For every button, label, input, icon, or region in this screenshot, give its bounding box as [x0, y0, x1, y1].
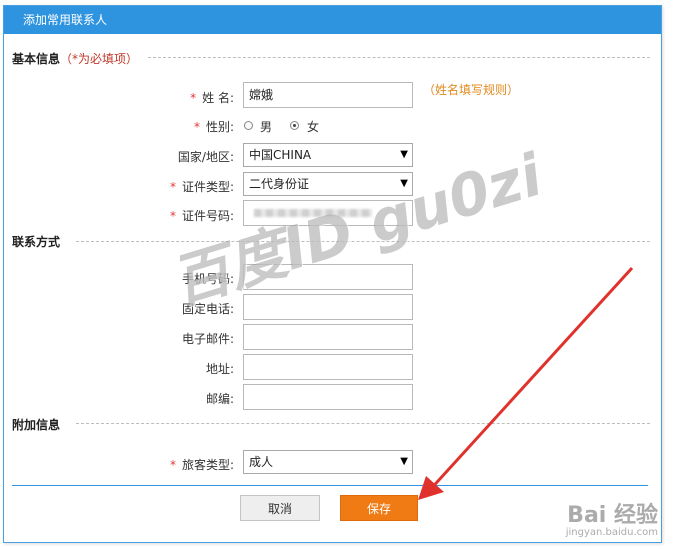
baidu-watermark: Bai 经验 jingyan.baidu.com: [566, 505, 658, 539]
annotation-arrow-icon: [418, 266, 634, 500]
baidu-watermark-logo: Bai 经验: [567, 503, 658, 528]
baidu-watermark-url: jingyan.baidu.com: [565, 527, 658, 538]
